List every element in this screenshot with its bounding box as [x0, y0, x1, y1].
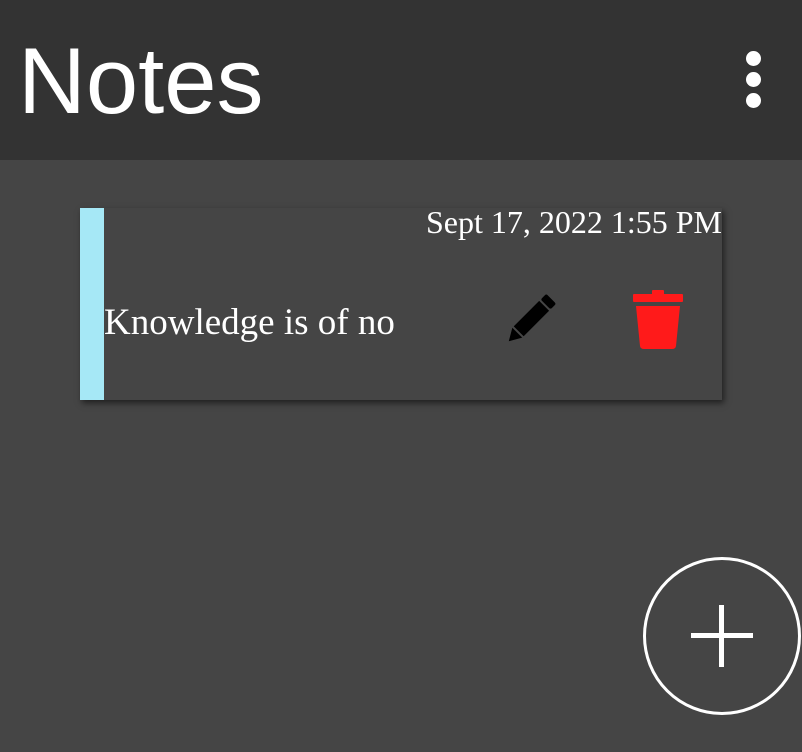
- add-note-button[interactable]: [643, 557, 801, 715]
- note-color-accent: [80, 208, 104, 400]
- plus-icon: [691, 605, 753, 667]
- edit-note-button[interactable]: [498, 288, 562, 352]
- note-card[interactable]: Sept 17, 2022 1:55 PM Knowledge is of no: [80, 204, 722, 400]
- more-vertical-icon-dot: [746, 93, 761, 108]
- app-bar: Notes: [0, 0, 802, 160]
- more-options-button[interactable]: [730, 46, 778, 112]
- note-preview-text: Knowledge is of no: [104, 302, 395, 343]
- pencil-icon: [508, 294, 556, 342]
- more-vertical-icon: [746, 51, 761, 66]
- page-title: Notes: [18, 28, 264, 133]
- note-date: Sept 17, 2022 1:55 PM: [425, 204, 722, 240]
- trash-icon: [633, 290, 683, 349]
- delete-note-button[interactable]: [626, 288, 690, 352]
- more-vertical-icon-dot: [746, 72, 761, 87]
